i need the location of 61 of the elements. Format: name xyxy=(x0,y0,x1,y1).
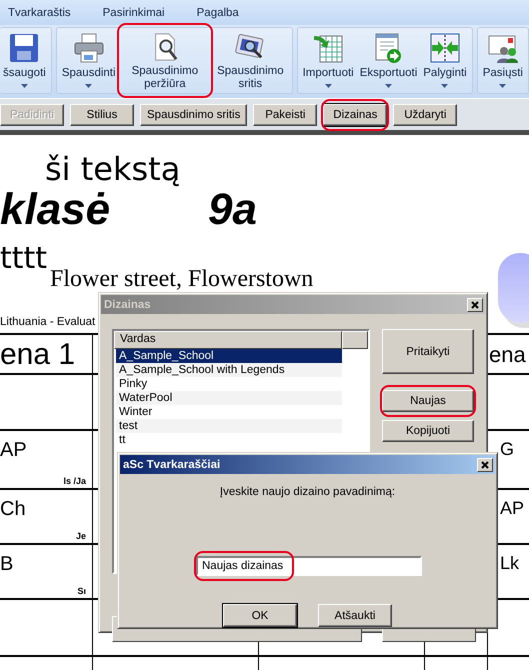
list-item[interactable]: A_Sample_School with Legends xyxy=(116,363,342,377)
subtitle: tttt xyxy=(0,241,48,276)
table-header: ena xyxy=(488,341,527,369)
ribbon-button[interactable]: šsaugoti xyxy=(0,28,49,93)
ribbon-button[interactable]: Spausdinti xyxy=(58,28,119,93)
address-text: Flower street, Flowerstown xyxy=(50,266,314,293)
dialog-title-bar: aSc Tvarkaraščiai xyxy=(120,455,495,474)
dialog-title-bar: Dizainas xyxy=(101,295,485,314)
toolbar-button[interactable]: Uždaryti xyxy=(393,104,458,126)
teacher-text: Je xyxy=(76,531,86,541)
subject-text: AP xyxy=(0,439,27,462)
close-icon xyxy=(481,460,489,468)
dialog-button[interactable]: OK xyxy=(223,604,297,627)
column-header[interactable]: Vardas xyxy=(114,331,342,349)
list-item[interactable]: Pinky xyxy=(116,377,342,391)
close-icon xyxy=(471,300,479,308)
dialog-button[interactable]: Kopijuoti xyxy=(382,420,474,442)
caret-icon xyxy=(499,84,506,88)
toolbar-button[interactable]: Dizainas xyxy=(323,104,388,126)
subject-text: Lk xyxy=(500,553,520,574)
dialog-button[interactable]: Atšaukti xyxy=(318,604,392,627)
teacher-text: ls /Ja xyxy=(63,476,86,486)
list-item[interactable]: test xyxy=(116,419,342,433)
note-text: Lithuania - Evaluat xyxy=(0,316,96,328)
ribbon-button[interactable]: Importuoti xyxy=(300,28,357,93)
printer-icon xyxy=(72,32,105,64)
caret-icon xyxy=(384,84,392,88)
caret-icon xyxy=(85,84,92,88)
ribbon-button[interactable]: Spausdinimo sritis xyxy=(211,28,290,93)
close-button[interactable] xyxy=(477,458,493,472)
ribbon-button[interactable]: Eksportuoti xyxy=(356,28,420,93)
class-name: 9a xyxy=(208,188,257,232)
menu-item[interactable]: Pagalba xyxy=(196,6,239,18)
subject-text: B xyxy=(0,553,14,576)
overlay-text: ši tekstą xyxy=(45,153,180,185)
merge-arrows-icon xyxy=(428,32,461,64)
list-item[interactable]: WaterPool xyxy=(116,391,342,405)
caret-icon xyxy=(441,84,448,88)
dialog-button[interactable]: Pritaikyti xyxy=(382,329,474,374)
class-label: klasė xyxy=(0,188,110,232)
caret-icon xyxy=(324,84,332,88)
ribbon-button[interactable]: Spausdinimo peržiūra xyxy=(118,28,212,93)
toolbar-button[interactable]: Pakeisti xyxy=(253,104,318,126)
teacher-text: Sı xyxy=(77,586,86,596)
toolbar-button[interactable]: Spausdinimo sritis xyxy=(140,104,248,126)
subject-text: Ch xyxy=(0,498,26,521)
list-item[interactable]: tt xyxy=(116,433,342,447)
subject-text: G xyxy=(500,439,514,460)
menu-item[interactable]: Pasirinkimai xyxy=(102,6,165,18)
subject-text: AP xyxy=(500,498,524,519)
list-item[interactable]: Winter xyxy=(116,405,342,419)
table-header: ena 1 xyxy=(0,335,93,375)
dialog-button[interactable]: Naujas xyxy=(382,390,474,412)
toolbar-button[interactable]: Stilius xyxy=(70,104,134,126)
ribbon-button[interactable]: Pasiųsti xyxy=(480,28,526,93)
caret-icon xyxy=(20,84,28,88)
name-input[interactable]: Naujas dizainas xyxy=(196,556,422,576)
prompt-text: Įveskite naujo dizaino pavadinimą: xyxy=(218,486,396,498)
ribbon-button[interactable]: Palyginti xyxy=(420,28,470,93)
list-item[interactable]: A_Sample_School xyxy=(116,349,342,363)
menu-item[interactable]: Tvarkaraštis xyxy=(8,6,71,18)
